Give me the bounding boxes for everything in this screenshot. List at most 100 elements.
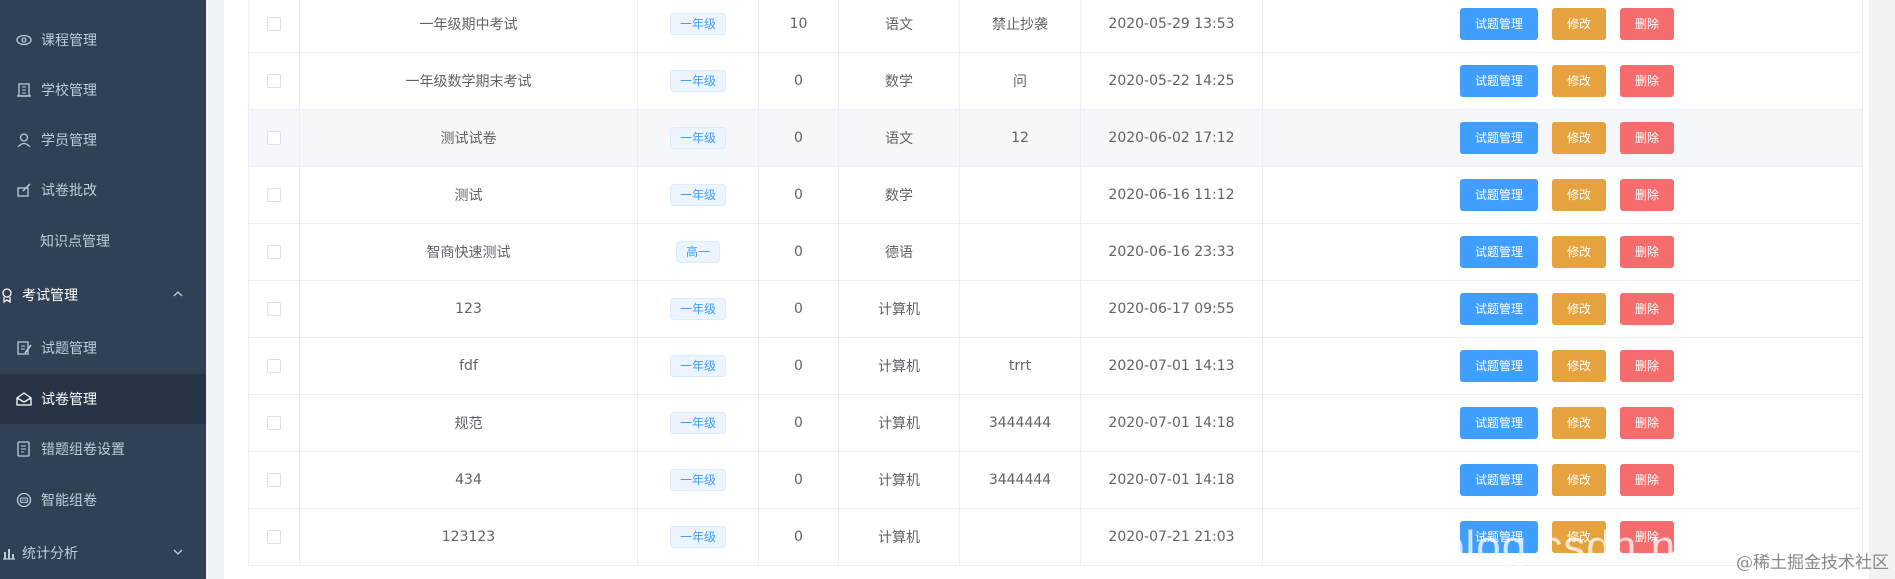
edit-button[interactable]: 修改 xyxy=(1552,122,1607,154)
manage-questions-button[interactable]: 试题管理 xyxy=(1460,407,1539,439)
row-checkbox[interactable] xyxy=(267,473,281,487)
paper-name: 434 xyxy=(299,451,638,509)
created-time: 2020-06-17 09:55 xyxy=(1080,280,1263,338)
sidebar-item-papers[interactable]: 试卷管理 xyxy=(0,374,206,424)
edit-button[interactable]: 修改 xyxy=(1552,236,1607,268)
sidebar-item-label: 试卷批改 xyxy=(41,183,97,199)
paper-name: 测试试卷 xyxy=(299,109,638,167)
edit-button[interactable]: 修改 xyxy=(1552,179,1607,211)
sidebar-group-label: 统计分析 xyxy=(22,546,78,562)
sidebar-group-exam[interactable]: 考试管理 xyxy=(0,270,206,320)
manage-questions-button[interactable]: 试题管理 xyxy=(1460,293,1539,325)
delete-button[interactable]: 删除 xyxy=(1620,8,1675,40)
table-row: 123 一年级 0 计算机 2020-06-17 09:55 试题管理 修改 删除 xyxy=(248,280,1863,338)
table-row: 测试 一年级 0 数学 2020-06-16 11:12 试题管理 修改 删除 xyxy=(248,166,1863,224)
edit-button[interactable]: 修改 xyxy=(1552,8,1607,40)
delete-button[interactable]: 删除 xyxy=(1620,407,1675,439)
actions-cell: 试题管理 修改 删除 xyxy=(1262,451,1863,509)
remark: trrt xyxy=(959,337,1081,395)
delete-button[interactable]: 删除 xyxy=(1620,464,1675,496)
delete-button[interactable]: 删除 xyxy=(1620,122,1675,154)
remark: 3444444 xyxy=(959,451,1081,509)
edit-button[interactable]: 修改 xyxy=(1552,464,1607,496)
robot-icon xyxy=(15,491,33,509)
row-checkbox[interactable] xyxy=(267,131,281,145)
edit-button[interactable]: 修改 xyxy=(1552,407,1607,439)
manage-questions-button[interactable]: 试题管理 xyxy=(1460,464,1539,496)
row-checkbox[interactable] xyxy=(267,302,281,316)
grade-cell: 一年级 xyxy=(637,0,759,53)
row-checkbox[interactable] xyxy=(267,359,281,373)
created-time: 2020-06-16 23:33 xyxy=(1080,223,1263,281)
created-time: 2020-05-22 14:25 xyxy=(1080,52,1263,110)
remark: 问 xyxy=(959,52,1081,110)
row-checkbox[interactable] xyxy=(267,74,281,88)
manage-questions-button[interactable]: 试题管理 xyxy=(1460,350,1539,382)
manage-questions-button[interactable]: 试题管理 xyxy=(1460,8,1539,40)
row-checkbox[interactable] xyxy=(267,17,281,31)
select-cell xyxy=(248,451,300,509)
grade-tag: 一年级 xyxy=(669,70,726,92)
row-checkbox[interactable] xyxy=(267,188,281,202)
main-content: 一年级期中考试 一年级 10 语文 禁止抄袭 2020-05-29 13:53 试题管理 修改… xyxy=(206,0,1895,579)
grade-cell: 一年级 xyxy=(637,451,759,509)
delete-button[interactable]: 删除 xyxy=(1620,65,1675,97)
chevron-up-icon xyxy=(172,288,184,304)
grade-cell: 一年级 xyxy=(637,280,759,338)
actions-cell: 试题管理 修改 删除 xyxy=(1262,166,1863,224)
list-icon xyxy=(15,440,33,458)
grade-tag: 一年级 xyxy=(669,355,726,377)
document-edit-icon xyxy=(15,339,33,357)
sidebar-item-school[interactable]: 学校管理 xyxy=(0,65,206,115)
table-card: 一年级期中考试 一年级 10 语文 禁止抄袭 2020-05-29 13:53 试题管理 修改… xyxy=(224,0,1869,579)
paper-table: 一年级期中考试 一年级 10 语文 禁止抄袭 2020-05-29 13:53 试题管理 修改… xyxy=(248,0,1863,566)
question-count: 10 xyxy=(758,0,839,53)
question-count: 0 xyxy=(758,508,839,566)
paper-name: 123 xyxy=(299,280,638,338)
background-watermark: blog.csdn.ne xyxy=(1440,522,1702,571)
delete-button[interactable]: 删除 xyxy=(1620,236,1675,268)
sidebar-item-knowledge[interactable]: 知识点管理 xyxy=(0,216,206,266)
grade-tag: 一年级 xyxy=(669,127,726,149)
delete-button[interactable]: 删除 xyxy=(1620,350,1675,382)
manage-questions-button[interactable]: 试题管理 xyxy=(1460,179,1539,211)
sidebar-item-wrong-settings[interactable]: 错题组卷设置 xyxy=(0,424,206,474)
building-icon xyxy=(15,81,33,99)
row-checkbox[interactable] xyxy=(267,416,281,430)
sidebar-item-label: 智能组卷 xyxy=(41,493,97,509)
edit-button[interactable]: 修改 xyxy=(1552,65,1607,97)
question-count: 0 xyxy=(758,451,839,509)
sidebar-group-stats[interactable]: 统计分析 xyxy=(0,528,206,578)
grade-tag: 一年级 xyxy=(669,469,726,491)
grade-tag: 一年级 xyxy=(669,13,726,35)
subject: 计算机 xyxy=(838,394,960,452)
sidebar-item-questions[interactable]: 试题管理 xyxy=(0,323,206,373)
question-count: 0 xyxy=(758,109,839,167)
select-cell xyxy=(248,109,300,167)
actions-cell: 试题管理 修改 删除 xyxy=(1262,0,1863,53)
actions-cell: 试题管理 修改 删除 xyxy=(1262,223,1863,281)
row-checkbox[interactable] xyxy=(267,530,281,544)
select-cell xyxy=(248,508,300,566)
subject: 德语 xyxy=(838,223,960,281)
manage-questions-button[interactable]: 试题管理 xyxy=(1460,122,1539,154)
edit-button[interactable]: 修改 xyxy=(1552,350,1607,382)
delete-button[interactable]: 删除 xyxy=(1620,293,1675,325)
edit-button[interactable]: 修改 xyxy=(1552,293,1607,325)
sidebar-item-label: 知识点管理 xyxy=(40,234,110,250)
created-time: 2020-07-01 14:18 xyxy=(1080,394,1263,452)
sidebar-item-course[interactable]: 课程管理 xyxy=(0,15,206,65)
sidebar-item-label: 学员管理 xyxy=(41,133,97,149)
manage-questions-button[interactable]: 试题管理 xyxy=(1460,65,1539,97)
select-cell xyxy=(248,223,300,281)
manage-questions-button[interactable]: 试题管理 xyxy=(1460,236,1539,268)
edit-paper-icon xyxy=(15,181,33,199)
sidebar-item-smart-compose[interactable]: 智能组卷 xyxy=(0,475,206,525)
sidebar-item-grading[interactable]: 试卷批改 xyxy=(0,165,206,215)
sidebar-item-label: 学校管理 xyxy=(41,83,97,99)
delete-button[interactable]: 删除 xyxy=(1620,179,1675,211)
grade-cell: 一年级 xyxy=(637,337,759,395)
remark xyxy=(959,166,1081,224)
row-checkbox[interactable] xyxy=(267,245,281,259)
sidebar-item-students[interactable]: 学员管理 xyxy=(0,115,206,165)
